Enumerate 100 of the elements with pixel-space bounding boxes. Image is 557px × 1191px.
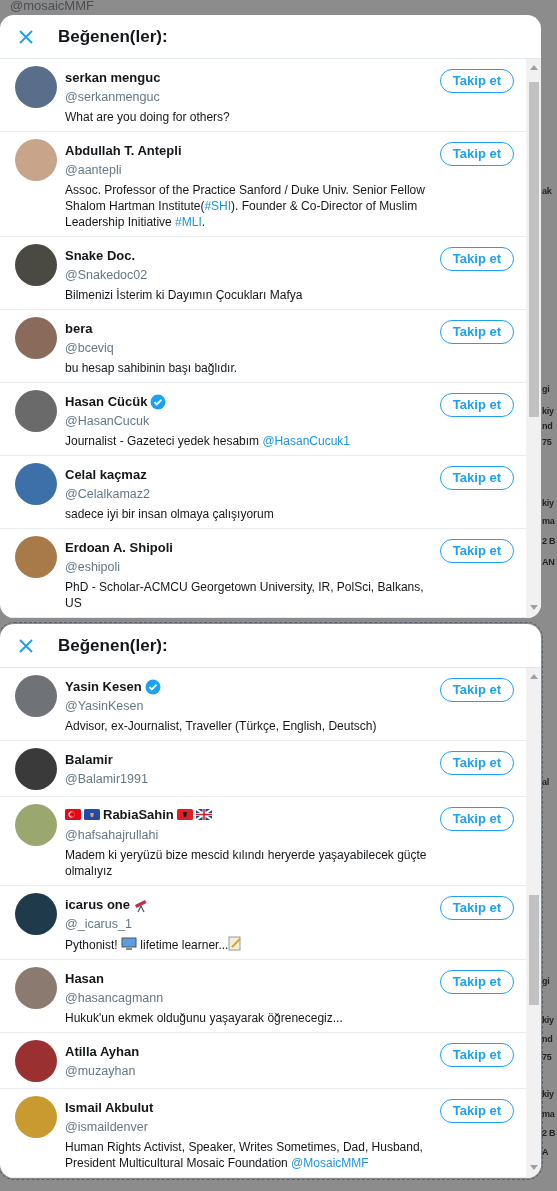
user-handle: @YasinKesen <box>65 698 145 715</box>
follow-button[interactable]: Takip et <box>439 896 514 920</box>
flag-icon <box>176 809 193 820</box>
user-row[interactable]: bera @bceviq bu hesap sahibinin başı bağlıdır. Takip et <box>0 310 526 383</box>
follow-button[interactable]: Takip et <box>439 393 514 417</box>
user-row[interactable]: Erdoan A. Shipoli @eshipoli PhD - Scholar-ACMCU Georgetown University, IR, PolSci, Balkans, US Takip et <box>0 529 526 618</box>
user-name: Abdullah T. Antepli <box>65 142 182 159</box>
background-handle-text: @mosaicMMF <box>10 0 94 15</box>
user-row[interactable]: Balamir @Balamir1991 Takip et <box>0 741 526 797</box>
bio-link[interactable]: #MLI <box>175 215 202 229</box>
background-text: kiy <box>542 497 554 510</box>
user-row[interactable]: Yasin Kesen @YasinKesen Advisor, ex-Journalist, Traveller (Türkçe, English, Deutsch) Takip et <box>0 668 526 741</box>
user-bio: Bilmenizi İsterim ki Dayımın Çocukları Mafya <box>65 287 304 303</box>
user-name: Atilla Ayhan <box>65 1043 140 1060</box>
scrollbar[interactable] <box>526 59 541 618</box>
user-handle: @muzayhan <box>65 1063 137 1080</box>
user-handle: @bceviq <box>65 340 115 357</box>
bio-link[interactable]: @MosaicMMF <box>291 1156 369 1170</box>
background-text: kiy <box>542 405 554 418</box>
user-name: bera <box>65 320 93 337</box>
dialog-title: Beğenen(ler): <box>58 25 168 48</box>
user-name: icarus one <box>65 896 131 913</box>
background-text: nd <box>542 420 553 433</box>
background-text: nd <box>542 1033 553 1046</box>
flag-icon <box>65 809 81 820</box>
background-text: A <box>542 1146 549 1159</box>
user-row[interactable]: Atilla Ayhan @muzayhan Takip et <box>0 1033 526 1089</box>
user-handle: @aantepli <box>65 162 123 179</box>
user-name: Hasan Cücük <box>65 393 148 410</box>
follow-button[interactable]: Takip et <box>439 320 514 344</box>
user-row[interactable]: icarus one @_icarus_1 Pythonist! lifetime learner... Takip et <box>0 886 526 960</box>
user-bio: bu hesap sahibinin başı bağlıdır. <box>65 360 239 376</box>
background-text: 2 B <box>542 535 556 548</box>
user-bio: Assoc. Professor of the Practice Sanford / Duke Univ. Senior Fellow Shalom Hartman Institute(#SHI). Founder & Co-Director of Muslim Leadership Initiative #MLI. <box>65 182 426 230</box>
flag-icon <box>195 809 212 820</box>
user-bio: Journalist - Gazeteci yedek hesabım @HasanCucuk1 <box>65 433 351 449</box>
background-text: kiy <box>542 1014 554 1027</box>
background-text: gi <box>542 383 550 396</box>
bio-link[interactable]: @HasanCucuk1 <box>262 434 350 448</box>
close-icon <box>18 638 34 655</box>
user-handle: @HasanCucuk <box>65 413 151 430</box>
user-row[interactable]: RabiaSahin @hafsahajrullahi Madem ki yeryüzü bize mescid kılındı heryerde yaşayabilecek güçte olmalıyız Takip et <box>0 797 526 886</box>
follow-button[interactable]: Takip et <box>439 539 514 563</box>
user-handle: @Snakedoc02 <box>65 267 149 284</box>
user-name: Celal kaçmaz <box>65 466 147 483</box>
scrollbar[interactable] <box>526 668 541 1178</box>
background-text: 2 B <box>542 1127 556 1140</box>
user-name: RabiaSahin <box>103 806 174 823</box>
user-bio: Advisor, ex-Journalist, Traveller (Türkçe, English, Deutsch) <box>65 718 378 734</box>
flag-icon <box>84 809 100 820</box>
user-bio: What are you doing for others? <box>65 109 231 125</box>
user-name: Erdoan A. Shipoli <box>65 539 173 556</box>
user-row[interactable]: Celal kaçmaz @Celalkamaz2 sadece iyi bir insan olmaya çalışıyorum Takip et <box>0 456 526 529</box>
follow-button[interactable]: Takip et <box>439 678 514 702</box>
user-name: Hasan <box>65 970 105 987</box>
background-text: ma <box>542 1108 555 1121</box>
user-row[interactable]: Abdullah T. Antepli @aantepli Assoc. Professor of the Practice Sanford / Duke Univ. Senior Fellow Shalom Hartman Institute(#SHI). Founder & Co-Director of Muslim Leadership Initiative #MLI. Takip et <box>0 132 526 237</box>
background-text: ak <box>542 185 552 198</box>
background-text: kiy <box>542 1088 554 1101</box>
user-handle: @hasancagmann <box>65 990 165 1007</box>
user-bio: Human Rights Activist, Speaker, Writes Sometimes, Dad, Husband, President Multicultural Mosaic Foundation @MosaicMMF <box>65 1139 424 1171</box>
follow-button[interactable]: Takip et <box>439 807 514 831</box>
user-row[interactable]: Hasan Cücük @HasanCucuk Journalist - Gazeteci yedek hesabım @HasanCucuk1 Takip et <box>0 383 526 456</box>
user-row[interactable]: Ismail Akbulut @ismaildenver Human Rights Activist, Speaker, Writes Sometimes, Dad, Husband, President Multicultural Mosaic Foundation @MosaicMMF Takip et <box>0 1089 526 1178</box>
user-bio: Hukuk'un ekmek olduğunu yaşayarak öğrenecegiz... <box>65 1010 344 1026</box>
follow-button[interactable]: Takip et <box>439 1099 514 1123</box>
user-name: Yasin Kesen <box>65 678 142 695</box>
user-handle: @serkanmenguc <box>65 89 161 106</box>
close-icon <box>18 29 34 46</box>
memo-icon <box>228 936 243 951</box>
follow-button[interactable]: Takip et <box>439 142 514 166</box>
bio-link[interactable]: #SHI <box>204 199 232 213</box>
dialog-title: Beğenen(ler): <box>58 634 168 657</box>
user-name: serkan menguc <box>65 69 161 86</box>
user-handle: @Balamir1991 <box>65 771 149 788</box>
background-text: al <box>542 776 549 789</box>
user-row[interactable]: Hasan @hasancagmann Hukuk'un ekmek olduğunu yaşayarak öğrenecegiz... Takip et <box>0 960 526 1033</box>
user-handle: @Celalkamaz2 <box>65 486 151 503</box>
user-bio: Madem ki yeryüzü bize mescid kılındı heryerde yaşayabilecek güçte olmalıyız <box>65 847 428 879</box>
follow-button[interactable]: Takip et <box>439 69 514 93</box>
user-name: Balamir <box>65 751 113 768</box>
follow-button[interactable]: Takip et <box>439 970 514 994</box>
background-text: 75 <box>542 436 552 449</box>
user-row[interactable]: Snake Doc. @Snakedoc02 Bilmenizi İsterim ki Dayımın Çocukları Mafya Takip et <box>0 237 526 310</box>
background-text: 75 <box>542 1051 552 1064</box>
background-text: AN <box>542 556 555 569</box>
follow-button[interactable]: Takip et <box>439 466 514 490</box>
user-handle: @_icarus_1 <box>65 916 133 933</box>
follow-button[interactable]: Takip et <box>439 751 514 775</box>
user-name: Snake Doc. <box>65 247 136 264</box>
user-handle: @ismaildenver <box>65 1119 149 1136</box>
background-text: gi <box>542 975 550 988</box>
follow-button[interactable]: Takip et <box>439 1043 514 1067</box>
follow-button[interactable]: Takip et <box>439 247 514 271</box>
user-bio: Pythonist! lifetime learner... <box>65 936 432 953</box>
user-bio: sadece iyi bir insan olmaya çalışıyorum <box>65 506 275 522</box>
user-name: Ismail Akbulut <box>65 1099 154 1116</box>
user-row[interactable]: serkan menguc @serkanmenguc What are you doing for others? Takip et <box>0 59 526 132</box>
background-text: ma <box>542 515 555 528</box>
user-bio: PhD - Scholar-ACMCU Georgetown University, IR, PolSci, Balkans, US <box>65 579 425 611</box>
